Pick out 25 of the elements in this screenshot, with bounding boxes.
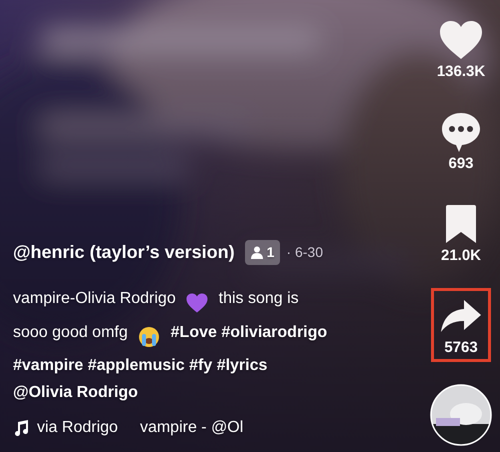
sound-title[interactable]: vampire - @Ol [140,416,244,440]
bookmark-count: 21.0K [440,247,482,265]
post-date: · 6-30 [286,243,323,262]
sound-artist[interactable]: via Rodrigo [37,416,118,440]
heart-icon[interactable] [439,20,483,60]
comment-count: 693 [448,155,474,173]
caption-text: vampire-Olivia Rodrigo this song is sooo good omfg #Love #oliviarodrigo #vampire #applemusic #fy #lyrics @Olivia Rodrigo [13,289,328,403]
hashtag-link[interactable]: #Love [170,324,217,341]
emoji-icon [138,328,160,345]
hashtag-link[interactable]: #oliviarodrigo [221,324,328,341]
bookmark-icon[interactable] [445,204,477,244]
share-count: 5763 [444,339,478,357]
friends-count: 1 [266,243,274,262]
share-arrow-icon[interactable] [440,299,482,333]
music-note-icon [13,420,29,436]
comment-icon[interactable] [441,111,481,153]
username-link[interactable]: @henric (taylor’s version) [13,239,235,266]
hashtag-link[interactable]: #applemusic [88,357,185,374]
hashtag-link[interactable]: #fy [189,357,212,374]
hashtag-link[interactable]: #lyrics [216,357,268,374]
friends-badge[interactable]: 1 [244,240,280,265]
mention-link[interactable]: @Olivia Rodrigo [13,384,138,401]
person-icon [250,246,263,259]
like-count: 136.3K [436,63,486,81]
hashtag-link[interactable]: #vampire [13,357,84,374]
